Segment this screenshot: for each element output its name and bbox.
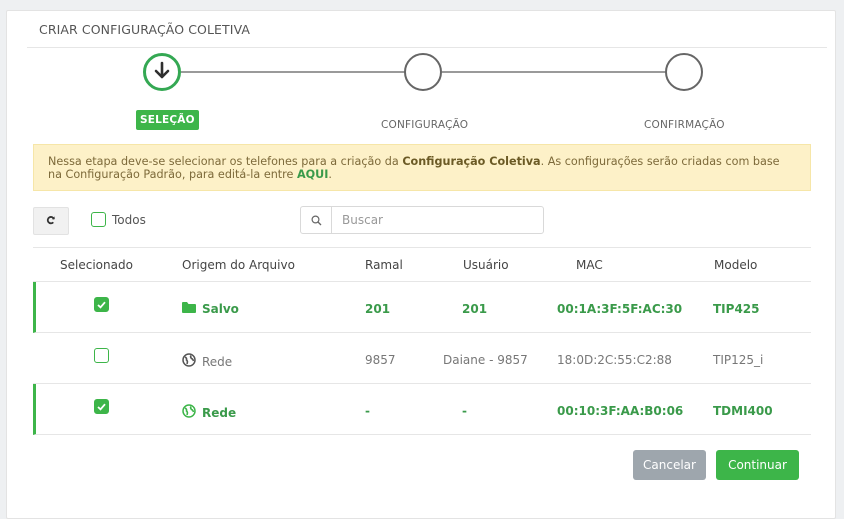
alert-text-1: Nessa etapa deve-se selecionar os telefo… <box>48 155 403 168</box>
step-1-label: SELEÇÃO <box>136 110 199 130</box>
alert-bold: Configuração Coletiva <box>402 155 541 168</box>
modelo-cell: TIP125_i <box>713 353 764 367</box>
header-selecionado: Selecionado <box>60 258 133 272</box>
table-row[interactable]: Salvo 201 201 00:1A:3F:5F:AC:30 TIP425 <box>33 282 811 333</box>
mac-cell: 00:1A:3F:5F:AC:30 <box>557 302 683 316</box>
origin-label: Salvo <box>202 302 239 316</box>
arrow-down-icon <box>153 61 171 84</box>
usuario-cell: - <box>462 404 467 418</box>
alert-link-aqui[interactable]: AQUI <box>297 168 328 181</box>
step-3-label: CONFIRMAÇÃO <box>644 119 725 131</box>
mac-cell: 18:0D:2C:55:C2:88 <box>557 353 672 367</box>
ramal-cell: - <box>365 404 370 418</box>
header-mac: MAC <box>576 258 603 272</box>
step-connector <box>181 71 405 73</box>
modelo-cell: TIP425 <box>713 302 760 316</box>
row-checkbox[interactable] <box>94 297 109 312</box>
step-connector <box>442 71 666 73</box>
info-alert: Nessa etapa deve-se selecionar os telefo… <box>33 144 811 191</box>
select-all-label: Todos <box>112 212 146 227</box>
search-box <box>300 206 544 234</box>
header-origem: Origem do Arquivo <box>182 258 295 272</box>
header-modelo: Modelo <box>714 258 758 272</box>
step-3-circle <box>665 53 703 91</box>
continue-button[interactable]: Continuar <box>716 450 799 480</box>
search-input[interactable] <box>332 207 543 233</box>
phones-table: Selecionado Origem do Arquivo Ramal Usuá… <box>33 247 811 435</box>
select-all-checkbox[interactable] <box>91 212 106 227</box>
origin-label: Rede <box>202 354 233 369</box>
ramal-cell: 9857 <box>365 353 396 367</box>
refresh-button[interactable] <box>33 207 69 235</box>
search-icon <box>301 207 332 233</box>
row-checkbox[interactable] <box>94 399 109 414</box>
table-header: Selecionado Origem do Arquivo Ramal Usuá… <box>33 247 811 282</box>
globe-icon <box>182 404 196 421</box>
folder-icon <box>182 302 196 316</box>
origin-cell: Rede <box>182 353 232 370</box>
table-row[interactable]: Rede 9857 Daiane - 9857 18:0D:2C:55:C2:8… <box>33 333 811 384</box>
mac-cell: 00:10:3F:AA:B0:06 <box>557 404 684 418</box>
ramal-cell: 201 <box>365 302 391 316</box>
globe-icon <box>182 353 196 370</box>
alert-text-3: . <box>328 168 332 181</box>
origin-cell: Salvo <box>182 302 239 316</box>
select-all[interactable]: Todos <box>91 212 146 227</box>
modal-header: CRIAR CONFIGURAÇÃO COLETIVA <box>27 11 827 48</box>
modelo-cell: TDMI400 <box>713 404 773 418</box>
usuario-cell: 201 <box>462 302 488 316</box>
header-ramal: Ramal <box>365 258 403 272</box>
step-2-label: CONFIGURAÇÃO <box>381 119 469 131</box>
cancel-button[interactable]: Cancelar <box>633 450 706 480</box>
origin-label: Rede <box>202 405 237 420</box>
origin-cell: Rede <box>182 404 236 421</box>
table-row[interactable]: Rede - - 00:10:3F:AA:B0:06 TDMI400 <box>33 384 811 435</box>
refresh-icon <box>46 214 56 228</box>
modal-title: CRIAR CONFIGURAÇÃO COLETIVA <box>39 22 251 37</box>
header-usuario: Usuário <box>463 258 509 272</box>
step-2-circle <box>404 53 442 91</box>
step-1-circle <box>143 53 181 91</box>
row-checkbox[interactable] <box>94 348 109 363</box>
usuario-cell: Daiane - 9857 <box>443 353 528 367</box>
